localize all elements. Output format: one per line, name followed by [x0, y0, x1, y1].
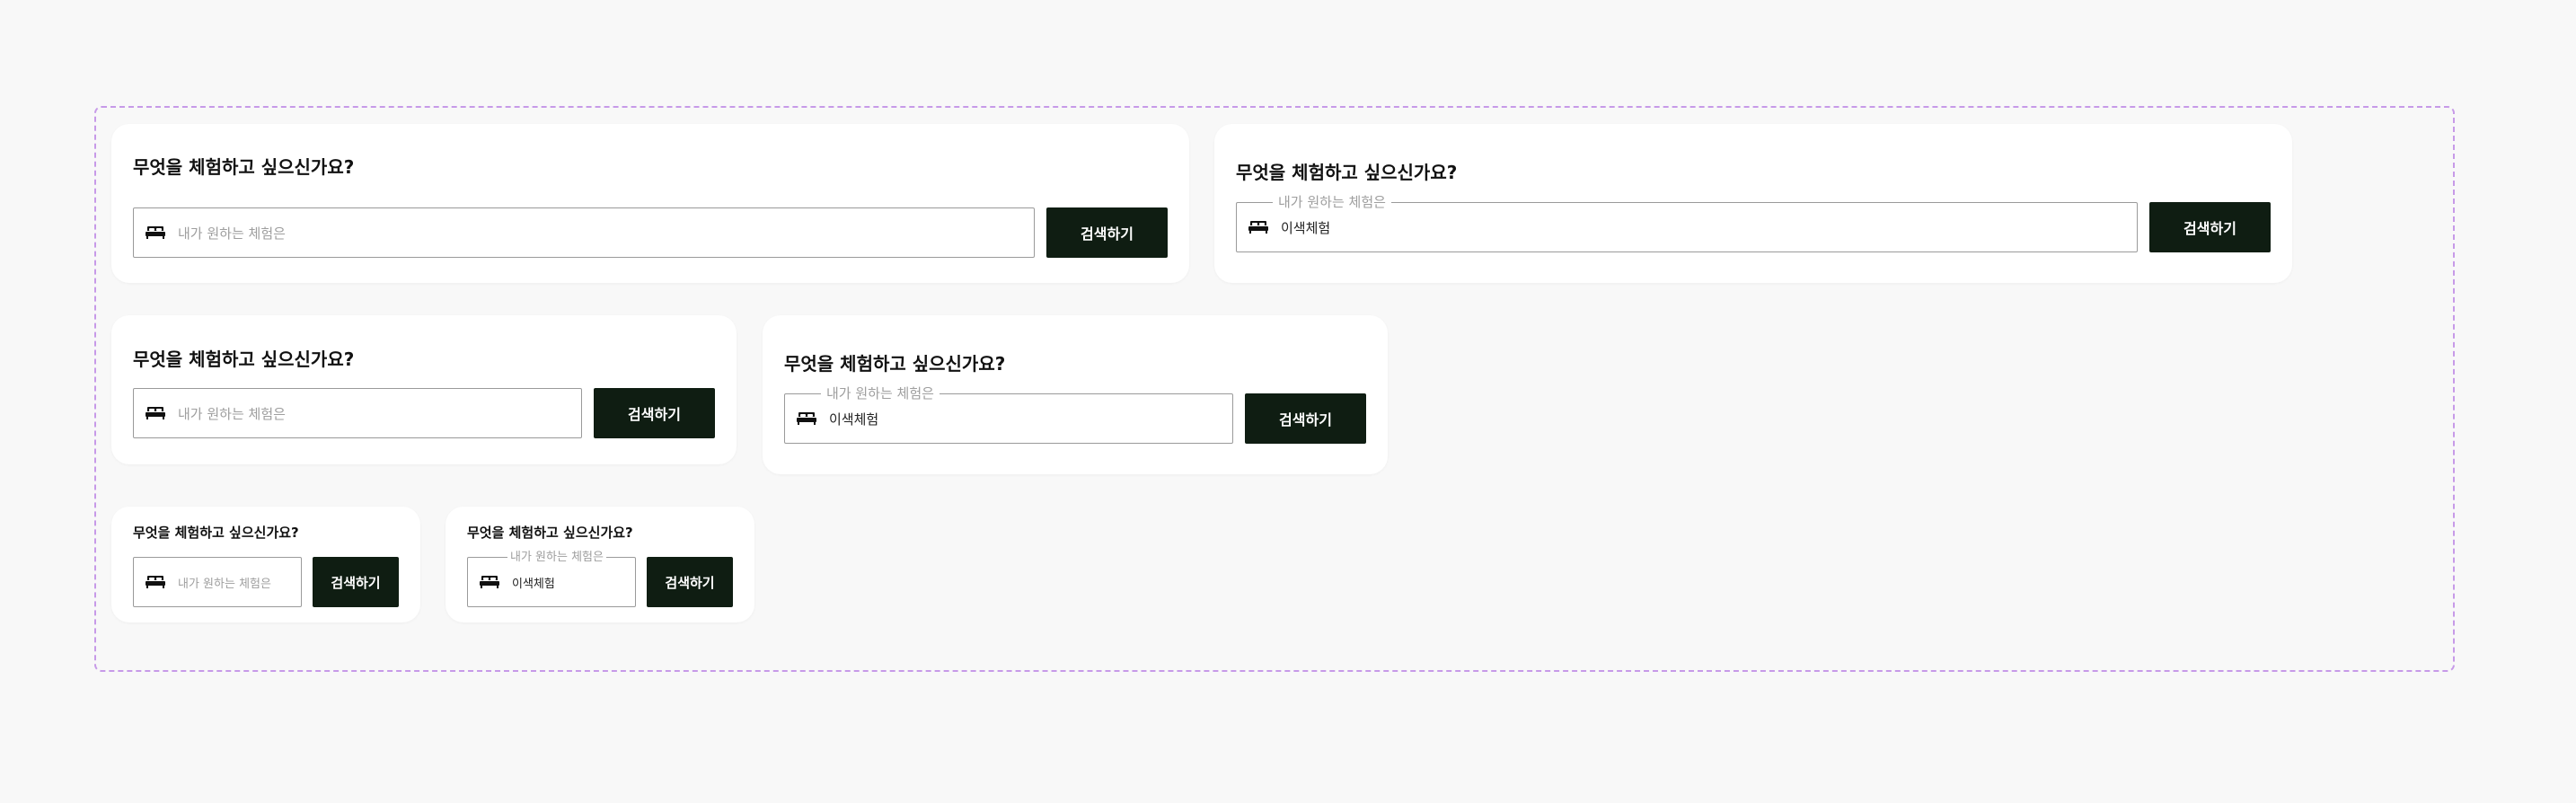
bed-icon: [146, 576, 165, 588]
search-button[interactable]: 검색하기: [2149, 202, 2271, 252]
card-title: 무엇을 체험하고 싶으신가요?: [1236, 162, 1458, 183]
search-card-large-filled: 무엇을 체험하고 싶으신가요? 내가 원하는 체험은 이색체험 검색하기: [1214, 124, 2292, 283]
search-card-large-empty: 무엇을 체험하고 싶으신가요? 내가 원하는 체험은 검색하기: [111, 124, 1189, 283]
search-button[interactable]: 검색하기: [1245, 393, 1366, 444]
search-placeholder: 내가 원하는 체험은: [178, 225, 286, 242]
search-button[interactable]: 검색하기: [313, 557, 399, 607]
search-input[interactable]: 내가 원하는 체험은 이색체험: [784, 384, 1233, 444]
search-button[interactable]: 검색하기: [647, 557, 733, 607]
search-value: 이색체험: [512, 577, 555, 591]
bed-icon: [1248, 221, 1268, 234]
search-value: 이색체험: [829, 410, 879, 428]
bed-icon: [797, 412, 816, 425]
search-field-label: 내가 원하는 체험은: [1273, 193, 1391, 211]
search-input[interactable]: 내가 원하는 체험은: [133, 388, 582, 438]
search-value: 이색체험: [1281, 219, 1331, 236]
search-input[interactable]: 내가 원하는 체험은 이색체험: [467, 549, 636, 607]
card-title: 무엇을 체험하고 싶으신가요?: [133, 156, 355, 178]
search-field-label: 내가 원하는 체험은: [507, 549, 606, 567]
search-placeholder: 내가 원하는 체험은: [178, 577, 271, 591]
search-input[interactable]: 내가 원하는 체험은: [133, 557, 302, 607]
search-card-small-empty: 무엇을 체험하고 싶으신가요? 내가 원하는 체험은 검색하기: [111, 507, 420, 622]
search-input[interactable]: 내가 원하는 체험은: [133, 207, 1035, 258]
bed-icon: [480, 576, 499, 588]
card-title: 무엇을 체험하고 싶으신가요?: [467, 525, 633, 541]
card-title: 무엇을 체험하고 싶으신가요?: [784, 353, 1006, 375]
card-title: 무엇을 체험하고 싶으신가요?: [133, 349, 355, 370]
search-input[interactable]: 내가 원하는 체험은 이색체험: [1236, 193, 2138, 252]
search-field-label: 내가 원하는 체험은: [821, 384, 940, 402]
bed-icon: [146, 226, 165, 239]
search-button[interactable]: 검색하기: [594, 388, 715, 438]
search-card-medium-empty: 무엇을 체험하고 싶으신가요? 내가 원하는 체험은 검색하기: [111, 315, 737, 464]
bed-icon: [146, 407, 165, 419]
search-placeholder: 내가 원하는 체험은: [178, 405, 286, 422]
card-title: 무엇을 체험하고 싶으신가요?: [133, 525, 299, 541]
search-button[interactable]: 검색하기: [1046, 207, 1168, 258]
search-card-small-filled: 무엇을 체험하고 싶으신가요? 내가 원하는 체험은 이색체험 검색하기: [446, 507, 754, 622]
search-card-medium-filled: 무엇을 체험하고 싶으신가요? 내가 원하는 체험은 이색체험 검색하기: [763, 315, 1388, 474]
